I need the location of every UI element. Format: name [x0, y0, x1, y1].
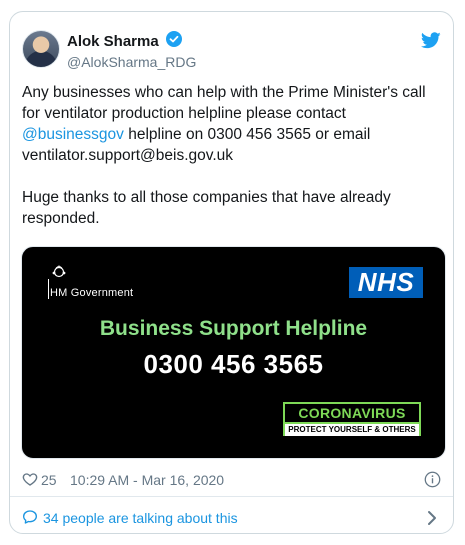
author-name[interactable]: Alok Sharma: [67, 33, 159, 50]
royal-crest-icon: [52, 265, 66, 284]
coronavirus-badge: CORONAVIRUS PROTECT YOURSELF & OTHERS: [283, 402, 421, 436]
divider: [10, 496, 453, 497]
helpline-title: Business Support Helpline: [99, 317, 368, 340]
nhs-logo: NHS: [349, 267, 423, 298]
conversation-count[interactable]: 34 people are talking about this: [43, 510, 238, 526]
helpline-number: 0300 456 3565: [143, 349, 324, 379]
coronavirus-badge-subtitle: PROTECT YOURSELF & OTHERS: [285, 422, 419, 436]
tweet-card: Alok Sharma @AlokSharma_RDG Any business…: [9, 11, 454, 534]
avatar[interactable]: [22, 30, 60, 68]
author-info[interactable]: Alok Sharma @AlokSharma_RDG: [67, 31, 196, 70]
tweet-header: Alok Sharma @AlokSharma_RDG: [22, 30, 441, 70]
info-icon[interactable]: [424, 471, 441, 491]
reply-bubble-icon: [22, 509, 38, 528]
tweet-image[interactable]: HM Government NHS Business Support Helpl…: [21, 246, 446, 459]
tweet-paragraph-2: Huge thanks to all those companies that …: [22, 189, 391, 227]
verified-badge-icon: [166, 31, 183, 52]
like-count[interactable]: 25: [41, 472, 57, 488]
tweet-text-part: Any businesses who can help with the Pri…: [22, 84, 426, 122]
twitter-bird-icon[interactable]: [420, 32, 441, 54]
tweet-paragraph-1: Any businesses who can help with the Pri…: [22, 82, 442, 166]
mention-link[interactable]: @businessgov: [22, 126, 124, 143]
conversation-link[interactable]: 34 people are talking about this: [22, 508, 441, 530]
hm-government-label: HM Government: [50, 287, 134, 299]
author-handle[interactable]: @AlokSharma_RDG: [67, 54, 196, 70]
like-heart-icon[interactable]: [22, 471, 38, 490]
hm-government-rule: [48, 279, 49, 299]
tweet-meta: 25 10:29 AM - Mar 16, 2020: [22, 470, 441, 490]
coronavirus-badge-title: CORONAVIRUS: [298, 405, 406, 421]
tweet-text: Any businesses who can help with the Pri…: [22, 82, 442, 229]
chevron-right-icon[interactable]: [427, 510, 437, 529]
timestamp[interactable]: 10:29 AM - Mar 16, 2020: [70, 472, 224, 488]
